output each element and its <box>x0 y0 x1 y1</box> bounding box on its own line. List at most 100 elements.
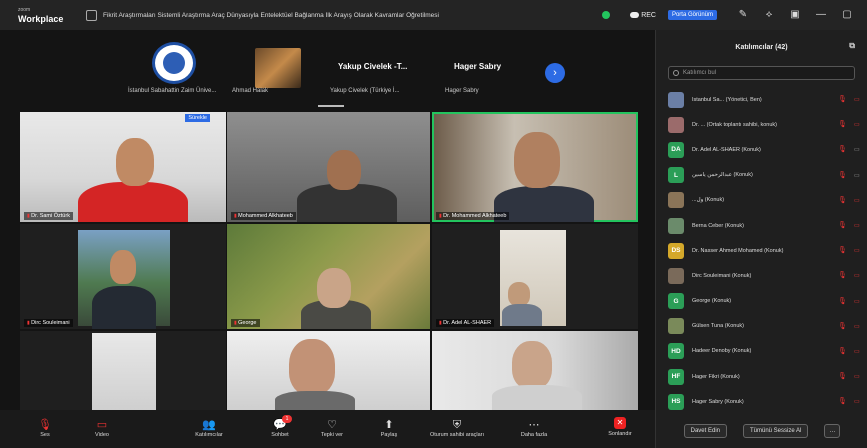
avatar <box>668 318 684 335</box>
participant-search-input[interactable]: Katılımcı bul <box>668 66 855 80</box>
video-off-icon[interactable]: ▭ <box>854 96 867 104</box>
mic-muted-icon[interactable]: 🎙 <box>838 222 847 230</box>
participant-row[interactable]: Dr. ... (Ortak toplantı sahibi, konuk) 🎙 ▭ <box>668 112 867 137</box>
participant-row[interactable]: HD Hadeer Denoby (Konuk) 🎙 ▭ <box>668 339 867 364</box>
avatar: HS <box>668 393 684 410</box>
layout-icon[interactable]: ▣ <box>789 9 801 21</box>
video-tile[interactable] <box>20 331 226 410</box>
toolbar-label: Paylaş <box>380 432 398 438</box>
participant-row[interactable]: Istanbul Sa... (Yönetici, Ben) 🎙 ▭ <box>668 87 867 112</box>
title-bar-controls: REC Porta Görünüm ✎ ⟡ ▣ — ▢ <box>602 0 867 30</box>
participant-row[interactable]: HF Hager Fikri (Konuk) 🎙 ▭ <box>668 364 867 389</box>
avatar: G <box>668 293 684 310</box>
avatar <box>668 116 684 133</box>
mic-muted-icon[interactable]: 🎙 <box>838 373 847 381</box>
mic-muted-icon[interactable]: 🎙 <box>838 146 847 154</box>
participant-row[interactable]: DS Dr. Nasser Ahmed Mohamed (Konuk) 🎙 ▭ <box>668 238 867 263</box>
video-off-icon[interactable]: ▭ <box>854 197 867 205</box>
mic-muted-icon[interactable]: 🎙 <box>838 398 847 406</box>
participant-figure <box>289 339 335 395</box>
recording-indicator[interactable]: REC <box>630 12 656 19</box>
invite-button[interactable]: Davet Edin <box>683 424 727 438</box>
video-off-icon[interactable]: ▭ <box>854 247 867 255</box>
participant-name: Dirc Souleimani (Konuk) <box>692 272 752 279</box>
participant-name: Hadeer Denoby (Konuk) <box>692 348 752 355</box>
mic-muted-icon[interactable]: 🎙 <box>838 323 847 331</box>
video-off-icon[interactable]: ▭ <box>854 121 867 129</box>
mic-muted-icon[interactable]: 🎙 <box>838 96 847 104</box>
participant-row[interactable]: HS Hager Sabry (Konuk) 🎙 ▭ <box>668 389 867 414</box>
video-off-icon: ▭ <box>96 419 108 431</box>
video-gallery: İstanbul Sabahattin Zaim Ünive... Ahmad … <box>0 30 655 410</box>
end-meeting-button[interactable]: ✕ Sonlandır <box>602 417 638 437</box>
shield-icon[interactable] <box>86 9 97 21</box>
video-off-icon[interactable]: ▭ <box>854 323 867 331</box>
participant-row[interactable]: L عبدالرحمن ياسين (Konuk) 🎙 ▭ <box>668 163 867 188</box>
active-speaker-tile[interactable]: Dr. Mohammed Alkhateeb <box>432 112 638 222</box>
toolbar-label: Daha fazla <box>520 432 548 438</box>
video-off-icon[interactable]: ▭ <box>854 222 867 230</box>
panel-header: Katılımcılar (42) ⧉ <box>656 30 867 64</box>
video-off-icon[interactable]: ▭ <box>854 272 867 280</box>
video-button[interactable]: ▭ Video <box>86 418 118 438</box>
annotate-icon[interactable]: ✎ <box>737 9 749 21</box>
mic-muted-icon[interactable]: 🎙 <box>838 298 847 306</box>
participant-row[interactable]: Dirc Souleimani (Konuk) 🎙 ▭ <box>668 263 867 288</box>
rec-label: REC <box>641 11 656 19</box>
audio-button[interactable]: 🎙 Ses <box>30 418 60 438</box>
popout-icon[interactable]: ⧉ <box>849 41 855 51</box>
participants-button[interactable]: 👥 Katılımcılar <box>186 418 232 438</box>
participant-row[interactable]: ...ول (Konuk) 🎙 ▭ <box>668 188 867 213</box>
avatar <box>668 267 684 284</box>
mic-muted-icon[interactable]: 🎙 <box>838 272 847 280</box>
video-tile[interactable]: Mohammed Alkhateeb <box>227 112 430 222</box>
app-logo: zoom Workplace <box>0 6 80 24</box>
close-icon: ✕ <box>614 417 626 429</box>
video-tile[interactable]: Dirc Souleimani <box>20 224 226 329</box>
mic-muted-icon[interactable]: 🎙 <box>838 348 847 356</box>
security-status-icon[interactable] <box>602 11 611 19</box>
share-button[interactable]: ⬆ Paylaş <box>374 418 404 438</box>
video-off-icon[interactable]: ▭ <box>854 172 867 180</box>
title-bar: zoom Workplace Fikrit Araştırmaları Sist… <box>0 0 867 30</box>
next-page-button[interactable]: › <box>545 63 565 83</box>
video-off-icon[interactable]: ▭ <box>854 146 867 154</box>
video-off-icon[interactable]: ▭ <box>854 398 867 406</box>
participant-name: عبدالرحمن ياسين (Konuk) <box>692 172 753 179</box>
video-off-icon[interactable]: ▭ <box>854 373 867 381</box>
tile-badge: Sürekle <box>185 114 210 122</box>
mic-muted-icon[interactable]: 🎙 <box>838 197 847 205</box>
participant-row[interactable]: G George (Konuk) 🎙 ▭ <box>668 289 867 314</box>
video-off-icon[interactable]: ▭ <box>854 348 867 356</box>
video-off-icon[interactable]: ▭ <box>854 298 867 306</box>
panel-title: Katılımcılar (42) <box>735 43 788 51</box>
strip-tile-title: Hager Sabry <box>454 62 502 71</box>
university-logo <box>152 42 196 84</box>
avatar: L <box>668 167 684 184</box>
participant-row[interactable]: DA Dr. Adel AL-SHAER (Konuk) 🎙 ▭ <box>668 137 867 162</box>
more-button[interactable]: ⋯ Daha fazla <box>512 418 556 438</box>
mute-all-button[interactable]: Tümünü Sessize Al <box>743 424 809 438</box>
video-tile[interactable]: George <box>227 224 430 329</box>
view-button[interactable]: Porta Görünüm <box>667 10 717 20</box>
minimize-icon[interactable]: — <box>815 9 827 21</box>
participant-name: George (Konuk) <box>692 298 732 305</box>
video-tile[interactable]: Dr. Adel AL-SHAER <box>432 224 638 329</box>
mic-muted-icon[interactable]: 🎙 <box>838 172 847 180</box>
avatar: DA <box>668 141 684 158</box>
participant-row[interactable]: Gülsen Tuna (Konuk) 🎙 ▭ <box>668 314 867 339</box>
panel-footer: Davet Edin Tümünü Sessize Al … <box>656 424 867 438</box>
host-tools-button[interactable]: ⛨ Oturum sahibi araçları <box>422 418 492 438</box>
participant-name: Dr. ... (Ortak toplantı sahibi, konuk) <box>692 121 777 128</box>
pin-icon[interactable]: ⟡ <box>763 9 775 21</box>
video-tile[interactable]: Sürekle Dr. Sami Öztürk <box>20 112 226 222</box>
maximize-icon[interactable]: ▢ <box>841 9 853 21</box>
reactions-button[interactable]: ♡ Tepki ver <box>314 418 350 438</box>
more-options-button[interactable]: … <box>824 424 841 438</box>
mic-muted-icon: 🎙 <box>38 419 52 431</box>
mic-muted-icon[interactable]: 🎙 <box>838 121 847 129</box>
mic-muted-icon[interactable]: 🎙 <box>838 247 847 255</box>
participant-row[interactable]: Berna Ceber (Konuk) 🎙 ▭ <box>668 213 867 238</box>
video-tile[interactable] <box>227 331 430 410</box>
video-tile[interactable] <box>432 331 638 410</box>
